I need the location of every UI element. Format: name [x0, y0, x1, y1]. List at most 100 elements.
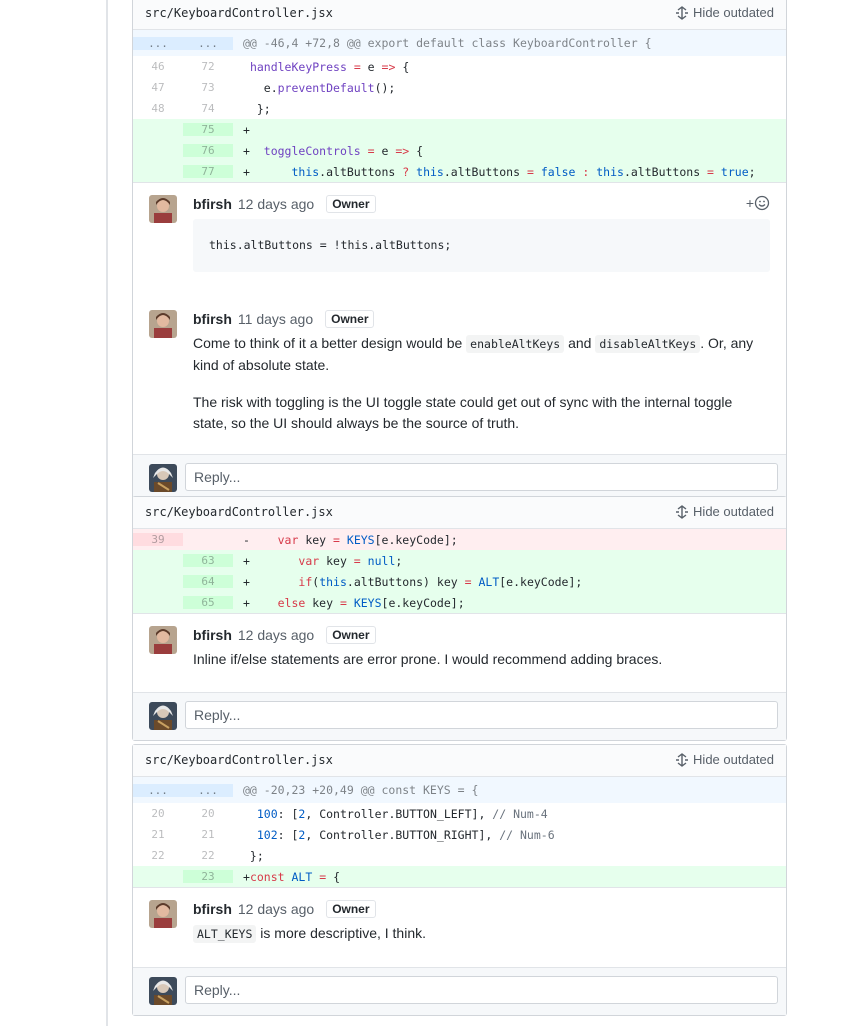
- hunk-header: ... ... @@ -20,23 +20,49 @@ const KEYS =…: [133, 777, 786, 803]
- reply-input[interactable]: Reply...: [185, 701, 778, 729]
- author-link[interactable]: bfirsh: [193, 311, 232, 327]
- new-line-number[interactable]: 76: [183, 144, 233, 157]
- line-content: +: [243, 122, 250, 137]
- owner-badge: Owner: [326, 626, 376, 644]
- review-thread: src/KeyboardController.jsx Hide outdated…: [132, 496, 787, 741]
- reply-input[interactable]: Reply...: [185, 463, 778, 491]
- new-line-number[interactable]: 64: [183, 575, 233, 588]
- timestamp[interactable]: 12 days ago: [238, 901, 314, 917]
- unfold-icon: [676, 5, 689, 20]
- hide-outdated-label: Hide outdated: [693, 504, 774, 519]
- author-link[interactable]: bfirsh: [193, 196, 232, 212]
- reply-area: Reply...: [133, 692, 786, 740]
- new-line-number[interactable]: 63: [183, 554, 233, 567]
- new-line-number[interactable]: 23: [183, 870, 233, 883]
- expand-up-button[interactable]: ...: [133, 36, 183, 50]
- timeline-line: [106, 0, 108, 1026]
- file-path[interactable]: src/KeyboardController.jsx: [145, 505, 333, 519]
- avatar[interactable]: [149, 900, 177, 928]
- text-span: Come to think of it a better design woul…: [193, 335, 467, 351]
- avatar[interactable]: [149, 626, 177, 654]
- comment-body: Come to think of it a better design woul…: [193, 333, 770, 446]
- review-thread: src/KeyboardController.jsx Hide outdated…: [132, 0, 787, 503]
- review-thread: src/KeyboardController.jsx Hide outdated…: [132, 744, 787, 1016]
- hide-outdated-button[interactable]: Hide outdated: [675, 752, 774, 767]
- new-line-number[interactable]: 75: [183, 123, 233, 136]
- author-link[interactable]: bfirsh: [193, 901, 232, 917]
- line-content: handleKeyPress = e => {: [249, 59, 410, 74]
- old-line-number[interactable]: 20: [133, 807, 183, 820]
- new-line-number[interactable]: 74: [183, 102, 233, 115]
- text-span: and: [564, 335, 596, 351]
- current-user-avatar: [149, 977, 177, 1005]
- old-line-number[interactable]: 47: [133, 81, 183, 94]
- owner-badge: Owner: [325, 310, 375, 328]
- comment-body: ALT_KEYS is more descriptive, I think.: [193, 923, 770, 945]
- new-line-number[interactable]: 72: [183, 60, 233, 73]
- expand-up-button[interactable]: ...: [133, 783, 183, 797]
- code-block: this.altButtons = !this.altButtons;: [193, 219, 770, 272]
- hunk-header: ... ... @@ -46,4 +72,8 @@ export default…: [133, 30, 786, 56]
- reply-input[interactable]: Reply...: [185, 976, 778, 1004]
- line-content: 100: [2, Controller.BUTTON_LEFT], // Num…: [256, 806, 548, 821]
- diff-line-added: 76 + toggleControls = e => {: [133, 140, 786, 161]
- review-comment: bfirsh 12 days ago Owner Inline if/else …: [133, 614, 786, 692]
- line-content: 102: [2, Controller.BUTTON_RIGHT], // Nu…: [256, 827, 555, 842]
- expand-down-button[interactable]: ...: [183, 783, 233, 797]
- line-content: + toggleControls = e => {: [243, 143, 424, 158]
- old-line-number[interactable]: 22: [133, 849, 183, 862]
- owner-badge: Owner: [326, 900, 376, 918]
- old-line-number[interactable]: 39: [133, 533, 183, 546]
- line-content: e.preventDefault();: [243, 80, 396, 95]
- line-content: - var key = KEYS[e.keyCode];: [243, 532, 458, 547]
- diff-line: 47 73 e.preventDefault();: [133, 77, 786, 98]
- add-reaction-button[interactable]: +: [746, 195, 770, 211]
- comment-body: this.altButtons = !this.altButtons;: [193, 219, 770, 272]
- comment-paragraph: Come to think of it a better design woul…: [193, 333, 770, 376]
- line-content: + if(this.altButtons) key = ALT[e.keyCod…: [243, 574, 583, 589]
- inline-code: ALT_KEYS: [193, 925, 257, 943]
- inline-code: disableAltKeys: [595, 335, 701, 353]
- hide-outdated-button[interactable]: Hide outdated: [675, 504, 774, 519]
- file-path[interactable]: src/KeyboardController.jsx: [145, 753, 333, 767]
- comment-paragraph: ALT_KEYS is more descriptive, I think.: [193, 923, 770, 945]
- line-content: };: [243, 101, 271, 116]
- old-line-number[interactable]: 46: [133, 60, 183, 73]
- new-line-number[interactable]: 77: [183, 165, 233, 178]
- avatar[interactable]: [149, 310, 177, 338]
- diff-table: 39 - var key = KEYS[e.keyCode]; 63 + var…: [133, 529, 786, 614]
- new-line-number[interactable]: 73: [183, 81, 233, 94]
- timestamp[interactable]: 12 days ago: [238, 627, 314, 643]
- file-header: src/KeyboardController.jsx Hide outdated: [133, 497, 786, 529]
- unfold-icon: [676, 504, 689, 519]
- old-line-number[interactable]: 21: [133, 828, 183, 841]
- diff-table: ... ... @@ -46,4 +72,8 @@ export default…: [133, 30, 786, 183]
- new-line-number[interactable]: 21: [183, 828, 233, 841]
- line-content: +const ALT = {: [243, 869, 341, 884]
- new-line-number[interactable]: 20: [183, 807, 233, 820]
- author-link[interactable]: bfirsh: [193, 627, 232, 643]
- hunk-text: @@ -46,4 +72,8 @@ export default class K…: [243, 36, 652, 50]
- diff-table: ... ... @@ -20,23 +20,49 @@ const KEYS =…: [133, 777, 786, 888]
- comment-header: bfirsh 12 days ago Owner: [193, 898, 770, 920]
- file-path[interactable]: src/KeyboardController.jsx: [145, 6, 333, 20]
- old-line-number[interactable]: 48: [133, 102, 183, 115]
- new-line-number[interactable]: 65: [183, 596, 233, 609]
- diff-line-added: 23 +const ALT = {: [133, 866, 786, 887]
- line-content: + var key = null;: [243, 553, 403, 568]
- reply-area: Reply...: [133, 967, 786, 1015]
- timestamp[interactable]: 11 days ago: [238, 311, 313, 327]
- line-content: };: [243, 848, 264, 863]
- diff-line-added: 75 +: [133, 119, 786, 140]
- new-line-number[interactable]: 22: [183, 849, 233, 862]
- expand-down-button[interactable]: ...: [183, 36, 233, 50]
- unfold-icon: [676, 752, 689, 767]
- line-content: + else key = KEYS[e.keyCode];: [243, 595, 465, 610]
- reply-area: Reply...: [133, 454, 786, 502]
- hide-outdated-button[interactable]: Hide outdated: [675, 5, 774, 20]
- diff-line: 48 74 };: [133, 98, 786, 119]
- avatar[interactable]: [149, 195, 177, 223]
- smiley-icon: [754, 195, 770, 211]
- timestamp[interactable]: 12 days ago: [238, 196, 314, 212]
- hide-outdated-label: Hide outdated: [693, 5, 774, 20]
